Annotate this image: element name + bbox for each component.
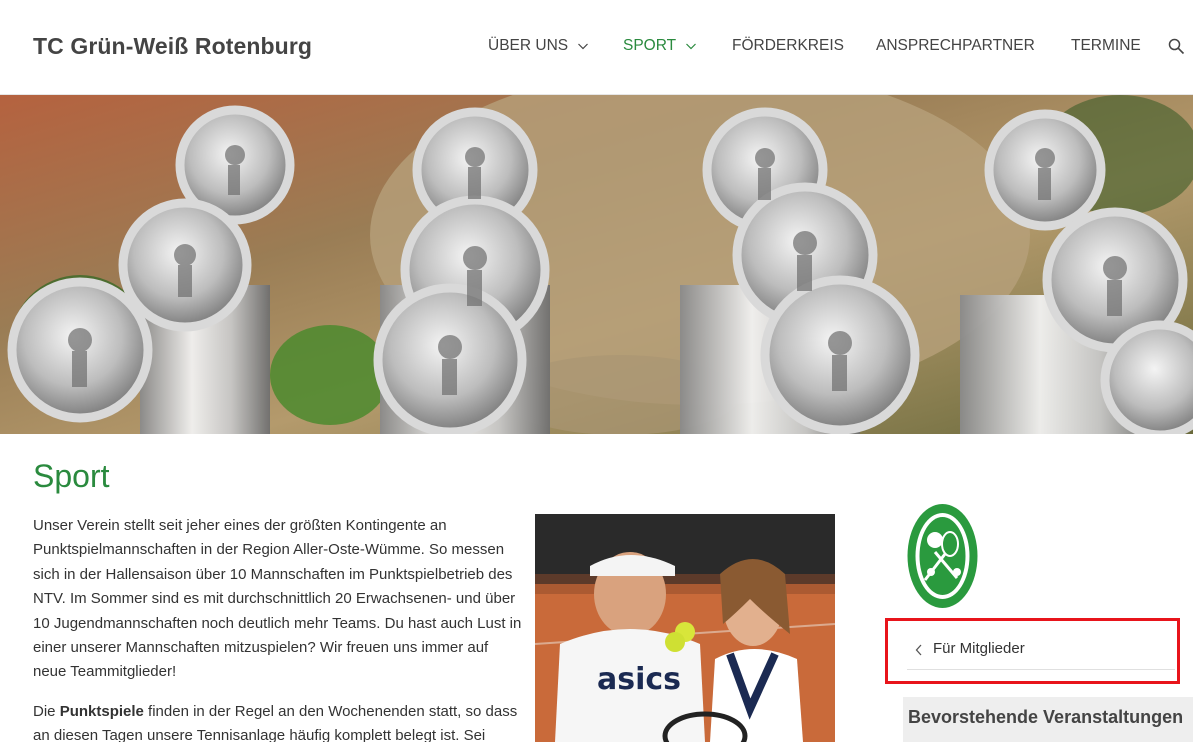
- nav-item-label: TERMINE: [1071, 37, 1141, 54]
- hero-banner: [0, 95, 1193, 434]
- tennis-players-photo: asics: [535, 514, 835, 742]
- para2-text-start: Die: [33, 703, 60, 720]
- intro-paragraph: Unser Verein stellt seit jeher eines der…: [33, 517, 522, 681]
- nav-item-termine[interactable]: TERMINE: [1071, 37, 1141, 55]
- punktspiele-paragraph: Die Punktspiele finden in der Regel an d…: [33, 700, 523, 742]
- para2-bold-term: Punktspiele: [59, 703, 144, 720]
- nav-item-label: FÖRDERKREIS: [732, 37, 844, 54]
- club-logo[interactable]: [905, 502, 980, 610]
- nav-item-label: ÜBER UNS: [488, 37, 569, 54]
- nav-item-label: ANSPRECHPARTNER: [876, 37, 1035, 54]
- chevron-down-icon: [578, 43, 589, 50]
- search-icon[interactable]: [1168, 38, 1185, 55]
- tennis-players-illustration: asics: [535, 514, 835, 742]
- members-link[interactable]: Für Mitglieder: [907, 640, 1175, 670]
- nav-item-sport[interactable]: SPORT: [623, 37, 697, 55]
- main-nav: ÜBER UNS SPORT FÖRDERKREIS ANSPRECHPARTN…: [0, 37, 1193, 59]
- nav-item-label: SPORT: [623, 37, 677, 54]
- svg-text:asics: asics: [597, 662, 681, 697]
- events-widget-title: Bevorstehende Veranstaltungen: [908, 707, 1184, 727]
- tennis-trophies-photo: [0, 95, 1193, 434]
- nav-item-ansprechpartner[interactable]: ANSPRECHPARTNER: [876, 37, 1035, 55]
- members-link-label: Für Mitglieder: [933, 640, 1025, 657]
- site-header: TC Grün-Weiß Rotenburg ÜBER UNS SPORT FÖ…: [0, 0, 1193, 95]
- nav-item-ueber-uns[interactable]: ÜBER UNS: [488, 37, 589, 55]
- page-title: Sport: [33, 458, 110, 494]
- nav-item-foerderkreis[interactable]: FÖRDERKREIS: [732, 37, 844, 55]
- chevron-down-icon: [686, 43, 697, 50]
- events-widget: Bevorstehende Veranstaltungen: [903, 697, 1193, 742]
- chevron-left-icon: [915, 644, 922, 656]
